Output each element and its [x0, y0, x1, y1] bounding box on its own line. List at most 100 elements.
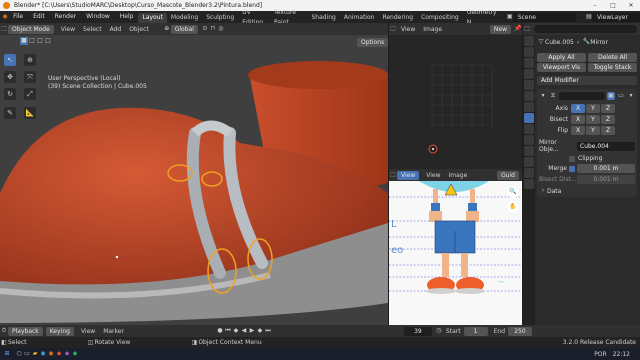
menu-render[interactable]: Render	[50, 11, 81, 23]
maximize-button[interactable]: □	[604, 0, 622, 11]
particles-tab-icon[interactable]	[524, 124, 534, 134]
tab-shading[interactable]: Shading	[307, 13, 339, 23]
snap-icon[interactable]: ⊓	[209, 25, 217, 33]
keying-menu[interactable]: Keying	[45, 326, 74, 336]
3d-viewport[interactable]: ⬚ Object Mode View Select Add Object ⊕ G…	[0, 23, 388, 325]
bisect-distance-field[interactable]: 0.001 m	[577, 175, 635, 184]
view-layer-tab-icon[interactable]	[524, 69, 534, 79]
tab-compositing[interactable]: Compositing	[417, 13, 463, 23]
cursor-tool-icon[interactable]: ⊕	[24, 54, 36, 66]
end-frame-field[interactable]: 250	[508, 326, 532, 336]
file-explorer-icon[interactable]: ▰	[31, 350, 39, 358]
tab-rendering[interactable]: Rendering	[378, 13, 417, 23]
pivot-icon[interactable]: ⊙	[201, 25, 209, 33]
flip-y-toggle[interactable]: Y	[586, 126, 600, 135]
measure-tool-icon[interactable]: 📐	[24, 107, 36, 119]
select-box-icon[interactable]: ■	[20, 37, 28, 45]
mirror-object-field[interactable]: Cube.004	[577, 141, 635, 151]
material-tab-icon[interactable]	[524, 168, 534, 178]
flip-z-toggle[interactable]: Z	[601, 126, 615, 135]
axis-x-toggle[interactable]: X	[571, 104, 585, 113]
menu-help[interactable]: Help	[115, 11, 139, 23]
modifier-menu-icon[interactable]: ▾	[627, 92, 635, 100]
app2-taskbar-icon[interactable]: ◆	[63, 350, 71, 358]
zoom-icon[interactable]: 🔍	[507, 186, 519, 198]
constraints-tab-icon[interactable]	[524, 146, 534, 156]
new-image-button[interactable]: New	[489, 24, 511, 34]
minimize-button[interactable]: –	[586, 0, 604, 11]
start-icon[interactable]: ⊞	[3, 350, 11, 358]
menu-view[interactable]: View	[397, 26, 419, 33]
scene-selector[interactable]: Scene	[512, 12, 576, 22]
view-layer-selector[interactable]: ViewLayer	[591, 12, 640, 22]
select-extend-icon[interactable]: □	[28, 37, 36, 45]
options-button[interactable]: Options	[357, 38, 388, 47]
play-reverse-icon[interactable]: ◀	[240, 327, 248, 335]
menu-image[interactable]: Image	[419, 26, 446, 33]
merge-checkbox[interactable]	[569, 165, 575, 172]
tab-modeling[interactable]: Modeling	[167, 13, 202, 23]
image-editor[interactable]: ⬚ View View Image Guid L eo ~ 🔍 ✋	[389, 169, 522, 325]
app-taskbar-icon[interactable]: ◆	[55, 350, 63, 358]
move-tool-icon[interactable]: ✥	[4, 71, 16, 83]
modifier-name-field[interactable]	[559, 92, 605, 100]
merge-distance-field[interactable]: 0.001 m	[577, 164, 635, 173]
object-tab-icon[interactable]	[524, 102, 534, 112]
transform-tool-icon[interactable]: ⤧	[24, 71, 36, 83]
viewport-toggle-icon[interactable]: ▭	[617, 92, 625, 100]
record-icon[interactable]: ●	[216, 327, 224, 335]
scale-tool-icon[interactable]: ⤢	[24, 88, 36, 100]
bisect-x-toggle[interactable]: X	[571, 115, 585, 124]
pin-icon[interactable]: 📌	[514, 25, 522, 33]
search-icon[interactable]: ○	[15, 350, 23, 358]
menu-view[interactable]: View	[57, 26, 79, 33]
clock-icon[interactable]: ◷	[435, 327, 443, 335]
properties-search-input[interactable]	[534, 25, 637, 33]
close-button[interactable]: ✕	[622, 0, 640, 11]
secondary-3d-view[interactable]: ⬚ View Image New 📌	[389, 23, 522, 169]
select-subtract-icon[interactable]: □	[36, 37, 44, 45]
menu-view[interactable]: View	[422, 172, 444, 179]
menu-select[interactable]: Select	[79, 26, 106, 33]
pan-hand-icon[interactable]: ✋	[507, 201, 519, 213]
editmode-toggle-icon[interactable]: ▣	[607, 92, 615, 100]
proportional-edit-icon[interactable]: ◎	[217, 25, 225, 33]
editor-type-icon[interactable]: ⬚	[523, 25, 531, 33]
world-tab-icon[interactable]	[524, 91, 534, 101]
editor-type-icon[interactable]: ⬚	[389, 171, 397, 179]
play-icon[interactable]: ▶	[248, 327, 256, 335]
bisect-y-toggle[interactable]: Y	[586, 115, 600, 124]
tab-sculpting[interactable]: Sculpting	[202, 13, 238, 23]
menu-image[interactable]: Image	[445, 172, 472, 179]
output-tab-icon[interactable]	[524, 58, 534, 68]
blender-taskbar-icon[interactable]: ◉	[47, 350, 55, 358]
physics-tab-icon[interactable]	[524, 135, 534, 145]
menu-view[interactable]: View	[77, 328, 99, 335]
apply-all-button[interactable]: Apply All	[537, 53, 586, 62]
axis-z-toggle[interactable]: Z	[601, 104, 615, 113]
guide-button[interactable]: Guid	[497, 170, 519, 180]
select-invert-icon[interactable]: □	[44, 37, 52, 45]
clock[interactable]: 22:12	[613, 351, 630, 358]
tab-animation[interactable]: Animation	[340, 13, 379, 23]
task-view-icon[interactable]: ▭	[23, 350, 31, 358]
editor-type-icon[interactable]: ⏱	[0, 327, 8, 335]
texture-tab-icon[interactable]	[524, 179, 534, 189]
annotate-tool-icon[interactable]: ✎	[4, 107, 16, 119]
prev-keyframe-icon[interactable]: ◆	[232, 327, 240, 335]
menu-add[interactable]: Add	[106, 26, 126, 33]
menu-edit[interactable]: Edit	[28, 11, 50, 23]
delete-all-button[interactable]: Delete All	[588, 53, 637, 62]
scene-tab-icon[interactable]	[524, 80, 534, 90]
axis-y-toggle[interactable]: Y	[586, 104, 600, 113]
menu-window[interactable]: Window	[81, 11, 115, 23]
playback-menu[interactable]: Playback	[8, 326, 43, 336]
editor-type-icon[interactable]: ⬚	[389, 25, 397, 33]
clipping-checkbox[interactable]	[569, 155, 575, 162]
render-tab-icon[interactable]	[524, 47, 534, 57]
current-frame-field[interactable]: 39	[403, 326, 432, 336]
view-mode-selector[interactable]: View	[397, 170, 420, 180]
transform-orientation-selector[interactable]: Global	[170, 24, 198, 34]
rotate-tool-icon[interactable]: ↻	[4, 88, 16, 100]
editor-type-icon[interactable]: ⬚	[0, 25, 8, 33]
